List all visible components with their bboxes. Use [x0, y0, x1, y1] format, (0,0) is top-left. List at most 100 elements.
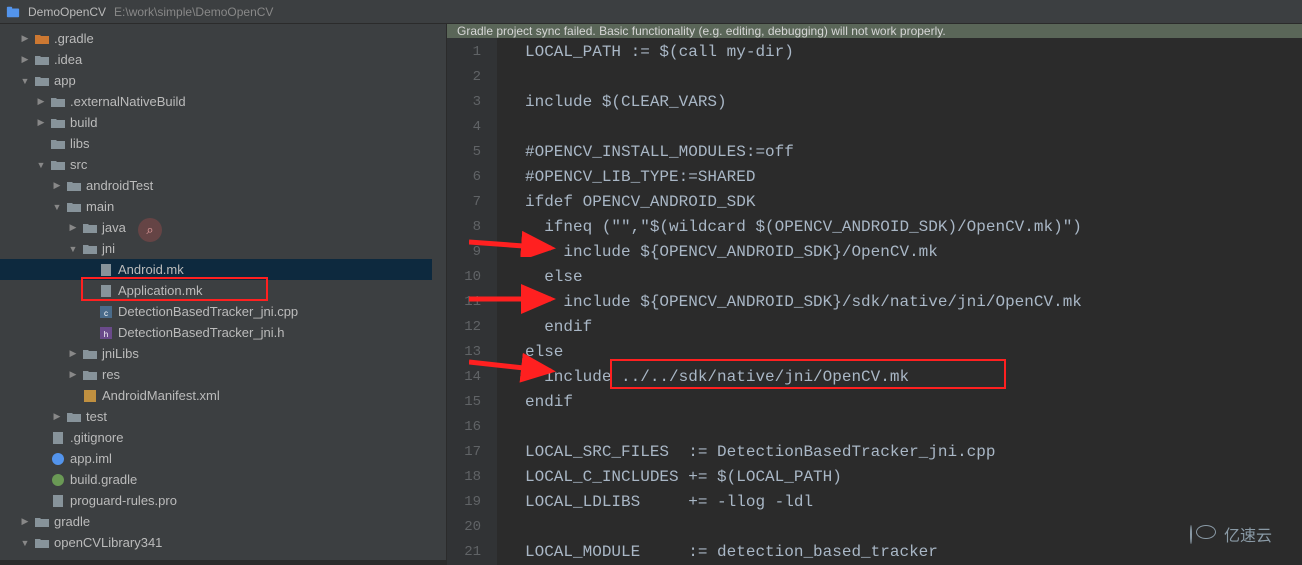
line-number: 19 [447, 490, 497, 515]
file-icon [50, 493, 66, 509]
tree-item[interactable]: AndroidManifest.xml [0, 385, 446, 406]
tree-item[interactable]: ▼ main [0, 196, 446, 217]
line-number: 8 [447, 215, 497, 240]
file-icon [50, 451, 66, 467]
code-line[interactable]: LOCAL_PATH := $(call my-dir) [525, 40, 1302, 65]
line-number: 20 [447, 515, 497, 540]
tree-item-label: build [70, 115, 97, 130]
chevron-icon[interactable]: ▼ [20, 76, 30, 86]
line-number: 3 [447, 90, 497, 115]
file-icon [98, 262, 114, 278]
code-line[interactable]: else [525, 340, 1302, 365]
chevron-icon[interactable]: ▶ [20, 517, 30, 527]
tree-item[interactable]: libs [0, 133, 446, 154]
folder-icon [50, 115, 66, 131]
tree-item[interactable]: build.gradle [0, 469, 446, 490]
tree-item-label: .externalNativeBuild [70, 94, 186, 109]
tree-item-label: openCVLibrary341 [54, 535, 162, 550]
tree-item[interactable]: ▶.gradle [0, 28, 446, 49]
tree-item[interactable]: Android.mk [0, 259, 446, 280]
folder-icon [34, 52, 50, 68]
editor: Gradle project sync failed. Basic functi… [447, 24, 1302, 560]
chevron-icon[interactable]: ▼ [36, 160, 46, 170]
tree-item[interactable]: cDetectionBasedTracker_jni.cpp [0, 301, 446, 322]
code-line[interactable]: include ${OPENCV_ANDROID_SDK}/sdk/native… [525, 290, 1302, 315]
chevron-icon[interactable]: ▶ [68, 349, 78, 359]
chevron-icon[interactable]: ▶ [20, 55, 30, 65]
search-icon[interactable]: ⌕ [138, 218, 162, 242]
chevron-icon[interactable]: ▼ [68, 244, 78, 254]
folder-icon [34, 31, 50, 47]
tree-item-label: app.iml [70, 451, 112, 466]
code-line[interactable]: #OPENCV_LIB_TYPE:=SHARED [525, 165, 1302, 190]
code-line[interactable]: LOCAL_C_INCLUDES += $(LOCAL_PATH) [525, 465, 1302, 490]
tree-item[interactable]: ▼ src [0, 154, 446, 175]
code-line[interactable] [525, 415, 1302, 440]
code-line[interactable]: ifdef OPENCV_ANDROID_SDK [525, 190, 1302, 215]
file-icon: c [98, 304, 114, 320]
code-text[interactable]: LOCAL_PATH := $(call my-dir) include $(CL… [497, 38, 1302, 565]
code-line[interactable] [525, 115, 1302, 140]
tree-item[interactable]: ▶androidTest [0, 175, 446, 196]
tree-item[interactable]: ▶java [0, 217, 446, 238]
tree-item-label: build.gradle [70, 472, 137, 487]
chevron-icon[interactable]: ▶ [52, 181, 62, 191]
svg-text:h: h [104, 330, 108, 339]
chevron-icon[interactable]: ▶ [52, 412, 62, 422]
line-number: 21 [447, 540, 497, 565]
code-line[interactable]: LOCAL_LDLIBS += -llog -ldl [525, 490, 1302, 515]
code-line[interactable]: LOCAL_SRC_FILES := DetectionBasedTracker… [525, 440, 1302, 465]
code-line[interactable]: include ${OPENCV_ANDROID_SDK}/OpenCV.mk [525, 240, 1302, 265]
chevron-icon[interactable]: ▶ [36, 97, 46, 107]
tree-item[interactable]: ▼ app [0, 70, 446, 91]
tree-item[interactable]: proguard-rules.pro [0, 490, 446, 511]
tree-item[interactable]: hDetectionBasedTracker_jni.h [0, 322, 446, 343]
tree-item[interactable]: ▶res [0, 364, 446, 385]
chevron-icon[interactable]: ▶ [36, 118, 46, 128]
scrollbar[interactable] [432, 24, 446, 560]
tree-item[interactable]: app.iml [0, 448, 446, 469]
chevron-icon[interactable]: ▼ [52, 202, 62, 212]
chevron-icon[interactable]: ▶ [68, 370, 78, 380]
project-name: DemoOpenCV [28, 5, 106, 19]
file-icon: h [98, 325, 114, 341]
chevron-icon[interactable]: ▶ [20, 34, 30, 44]
tree-item[interactable]: ▶ .externalNativeBuild [0, 91, 446, 112]
tree-item[interactable]: .gitignore [0, 427, 446, 448]
code-line[interactable]: endif [525, 315, 1302, 340]
line-number: 17 [447, 440, 497, 465]
chevron-icon[interactable]: ▶ [68, 223, 78, 233]
code-line[interactable] [525, 515, 1302, 540]
file-icon [50, 430, 66, 446]
tree-item[interactable]: Application.mk [0, 280, 446, 301]
tree-item-label: src [70, 157, 87, 172]
folder-icon [34, 73, 50, 89]
tree-item[interactable]: ▼ openCVLibrary341 [0, 532, 446, 553]
line-number: 1 [447, 40, 497, 65]
tree-item-label: main [86, 199, 114, 214]
tree-item[interactable]: ▶ build [0, 112, 446, 133]
watermark: 亿速云 [1190, 522, 1272, 546]
code-line[interactable] [525, 65, 1302, 90]
tree-item-label: .gitignore [70, 430, 123, 445]
code-line[interactable]: include ../../sdk/native/jni/OpenCV.mk [525, 365, 1302, 390]
folder-icon [34, 514, 50, 530]
tree-item[interactable]: ▼jni [0, 238, 446, 259]
tree-item[interactable]: ▶jniLibs [0, 343, 446, 364]
tree-item[interactable]: ▶test [0, 406, 446, 427]
line-number: 9 [447, 240, 497, 265]
code-line[interactable]: #OPENCV_INSTALL_MODULES:=off [525, 140, 1302, 165]
code-line[interactable]: include $(CLEAR_VARS) [525, 90, 1302, 115]
project-tree[interactable]: ▶.gradle▶.idea▼app▶.externalNativeBuild▶… [0, 24, 447, 560]
code-line[interactable]: ifneq ("","$(wildcard $(OPENCV_ANDROID_S… [525, 215, 1302, 240]
line-number: 5 [447, 140, 497, 165]
code-line[interactable]: endif [525, 390, 1302, 415]
line-number: 2 [447, 65, 497, 90]
code-line[interactable]: LOCAL_MODULE := detection_based_tracker [525, 540, 1302, 565]
file-icon [82, 388, 98, 404]
chevron-icon[interactable]: ▼ [20, 538, 30, 548]
tree-item[interactable]: ▶.idea [0, 49, 446, 70]
tree-item-label: app [54, 73, 76, 88]
code-line[interactable]: else [525, 265, 1302, 290]
tree-item[interactable]: ▶gradle [0, 511, 446, 532]
